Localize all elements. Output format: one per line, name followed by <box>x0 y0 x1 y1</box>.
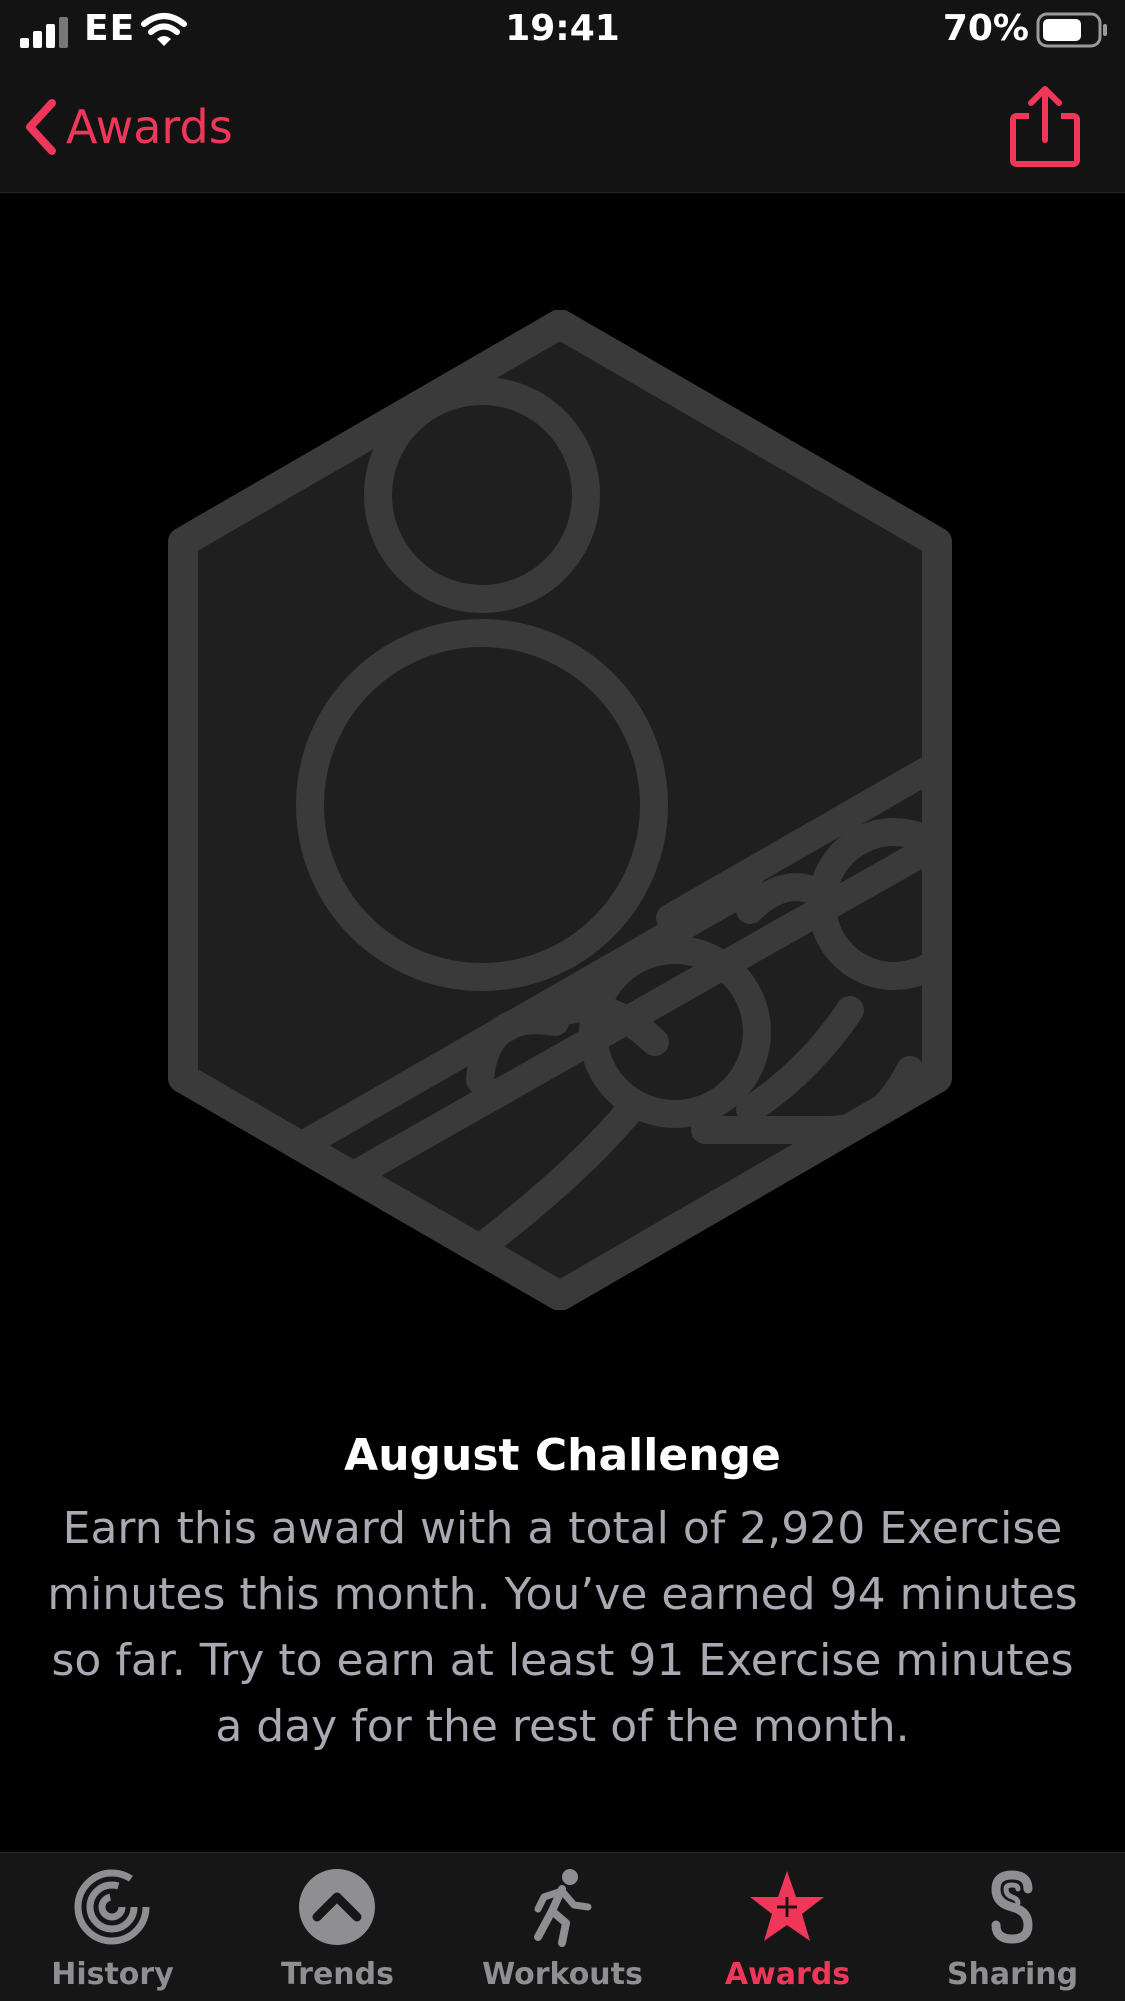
sharing-icon <box>991 1870 1033 1944</box>
tab-workouts[interactable]: Workouts <box>450 1853 675 2001</box>
back-button[interactable]: Awards <box>20 92 233 162</box>
award-badge <box>110 309 1010 1311</box>
tab-bar: History Trends Workouts Awards Sharing <box>0 1852 1125 2001</box>
tab-trends-label: Trends <box>281 1957 394 1992</box>
tab-history[interactable]: History <box>0 1853 225 2001</box>
tab-awards-label: Awards <box>724 1957 851 1992</box>
tab-history-label: History <box>51 1957 174 1992</box>
share-icon <box>1010 86 1080 167</box>
award-title: August Challenge <box>344 1430 781 1481</box>
tab-trends[interactable]: Trends <box>225 1853 450 2001</box>
chevron-left-icon <box>26 99 56 155</box>
award-badge-icon <box>168 309 952 1311</box>
battery-percent: 70% <box>942 8 1029 49</box>
back-button-label: Awards <box>66 100 233 154</box>
tab-workouts-label: Workouts <box>482 1957 643 1992</box>
history-icon <box>74 1869 150 1945</box>
tab-sharing-label: Sharing <box>946 1957 1079 1992</box>
tab-sharing[interactable]: Sharing <box>900 1853 1125 2001</box>
status-bar: EE 19:41 70% <box>0 0 1125 62</box>
navigation-bar: Awards <box>0 62 1125 193</box>
awards-icon <box>750 1871 824 1941</box>
award-description: Earn this award with a total of 2,920 Ex… <box>47 1503 1078 1752</box>
workouts-icon <box>534 1869 592 1947</box>
tab-awards[interactable]: Awards <box>675 1853 900 2001</box>
trends-icon <box>299 1869 375 1945</box>
share-button[interactable] <box>1005 84 1085 170</box>
battery-icon <box>1036 12 1107 48</box>
